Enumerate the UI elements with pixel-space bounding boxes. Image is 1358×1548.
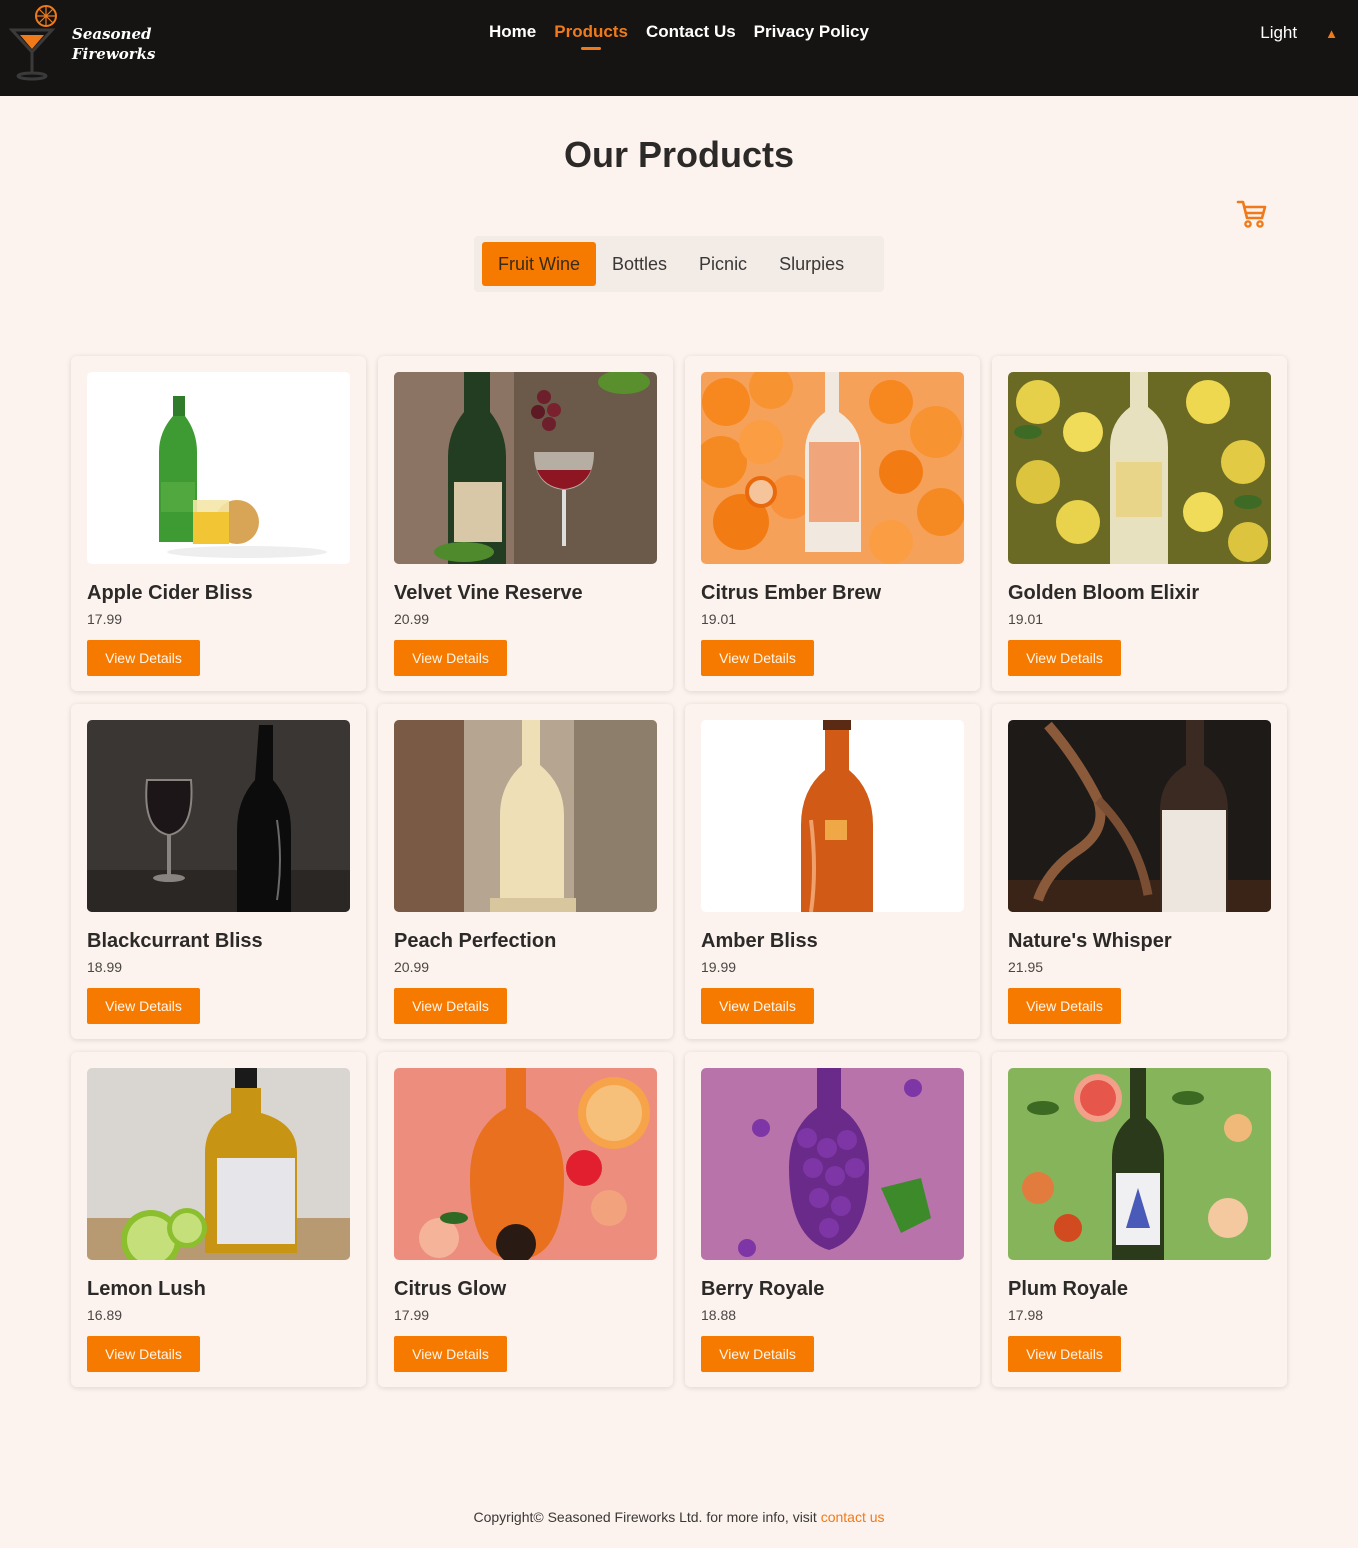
product-card: Blackcurrant Bliss 18.99 View Details bbox=[71, 704, 366, 1039]
view-details-button[interactable]: View Details bbox=[701, 640, 814, 676]
product-price: 19.99 bbox=[701, 959, 737, 975]
product-card: Golden Bloom Elixir 19.01 View Details bbox=[992, 356, 1287, 691]
view-details-button[interactable]: View Details bbox=[394, 1336, 507, 1372]
cart-button[interactable] bbox=[1235, 198, 1269, 230]
product-image[interactable] bbox=[701, 720, 964, 912]
view-details-button[interactable]: View Details bbox=[701, 1336, 814, 1372]
berry-royale-image bbox=[701, 1068, 964, 1260]
product-card: Nature's Whisper 21.95 View Details bbox=[992, 704, 1287, 1039]
product-card: Berry Royale 18.88 View Details bbox=[685, 1052, 980, 1387]
view-details-button[interactable]: View Details bbox=[1008, 988, 1121, 1024]
product-image[interactable] bbox=[1008, 720, 1271, 912]
tab-bottles[interactable]: Bottles bbox=[596, 242, 683, 286]
tab-picnic[interactable]: Picnic bbox=[683, 242, 763, 286]
footer-copyright: Copyright© Seasoned Fireworks Ltd. for m… bbox=[473, 1509, 821, 1525]
product-name: Velvet Vine Reserve bbox=[394, 582, 583, 604]
view-details-button[interactable]: View Details bbox=[394, 640, 507, 676]
footer: Copyright© Seasoned Fireworks Ltd. for m… bbox=[0, 1509, 1358, 1525]
product-image[interactable] bbox=[1008, 1068, 1271, 1260]
product-name: Amber Bliss bbox=[701, 930, 818, 952]
product-image[interactable] bbox=[87, 720, 350, 912]
product-name: Apple Cider Bliss bbox=[87, 582, 253, 604]
blackcurrant-image bbox=[87, 720, 350, 912]
product-price: 21.95 bbox=[1008, 959, 1044, 975]
product-image[interactable] bbox=[1008, 372, 1271, 564]
product-name: Citrus Ember Brew bbox=[701, 582, 882, 604]
tab-slurpies[interactable]: Slurpies bbox=[763, 242, 860, 286]
product-image[interactable] bbox=[87, 372, 350, 564]
product-price: 17.98 bbox=[1008, 1307, 1044, 1323]
product-name: Plum Royale bbox=[1008, 1278, 1129, 1300]
main-nav: Home Products Contact Us Privacy Policy bbox=[0, 20, 1358, 50]
product-card: Peach Perfection 20.99 View Details bbox=[378, 704, 673, 1039]
product-price: 19.01 bbox=[1008, 611, 1044, 627]
theme-toggle[interactable]: Light ▲ bbox=[1260, 23, 1338, 43]
view-details-button[interactable]: View Details bbox=[87, 988, 200, 1024]
nav-home[interactable]: Home bbox=[489, 20, 536, 50]
nav-privacy-policy[interactable]: Privacy Policy bbox=[754, 20, 869, 50]
view-details-button[interactable]: View Details bbox=[87, 640, 200, 676]
product-price: 18.99 bbox=[87, 959, 123, 975]
nav-products[interactable]: Products bbox=[554, 20, 628, 50]
product-image[interactable] bbox=[87, 1068, 350, 1260]
product-name: Peach Perfection bbox=[394, 930, 557, 952]
product-card: Citrus Glow 17.99 View Details bbox=[378, 1052, 673, 1387]
cart-icon bbox=[1236, 200, 1267, 228]
citrus-glow-image bbox=[394, 1068, 657, 1260]
plum-royale-image bbox=[1008, 1068, 1271, 1260]
product-name: Citrus Glow bbox=[394, 1278, 507, 1300]
product-card: Amber Bliss 19.99 View Details bbox=[685, 704, 980, 1039]
citrus-ember-image bbox=[701, 372, 964, 564]
product-card: Apple Cider Bliss 17.99 View Details bbox=[71, 356, 366, 691]
theme-label: Light bbox=[1260, 23, 1298, 42]
golden-bloom-image bbox=[1008, 372, 1271, 564]
product-image[interactable] bbox=[394, 1068, 657, 1260]
amber-bliss-image bbox=[701, 720, 964, 912]
product-name: Berry Royale bbox=[701, 1278, 825, 1300]
view-details-button[interactable]: View Details bbox=[394, 988, 507, 1024]
lemon-lush-image bbox=[87, 1068, 350, 1260]
nav-contact-us[interactable]: Contact Us bbox=[646, 20, 736, 50]
product-price: 18.88 bbox=[701, 1307, 737, 1323]
peach-perfection-image bbox=[394, 720, 657, 912]
product-price: 16.89 bbox=[87, 1307, 123, 1323]
product-name: Blackcurrant Bliss bbox=[87, 930, 263, 952]
product-image[interactable] bbox=[701, 372, 964, 564]
view-details-button[interactable]: View Details bbox=[1008, 640, 1121, 676]
tab-fruit-wine[interactable]: Fruit Wine bbox=[482, 242, 597, 286]
product-price: 19.01 bbox=[701, 611, 737, 627]
apple-cider-image bbox=[87, 372, 350, 564]
product-name: Lemon Lush bbox=[87, 1278, 206, 1300]
product-card: Citrus Ember Brew 19.01 View Details bbox=[685, 356, 980, 691]
product-name: Golden Bloom Elixir bbox=[1008, 582, 1200, 604]
product-name: Nature's Whisper bbox=[1008, 930, 1172, 952]
product-price: 17.99 bbox=[87, 611, 123, 627]
view-details-button[interactable]: View Details bbox=[1008, 1336, 1121, 1372]
product-price: 17.99 bbox=[394, 1307, 430, 1323]
product-card: Velvet Vine Reserve 20.99 View Details bbox=[378, 356, 673, 691]
top-navbar: Seasoned Fireworks Home Products Contact… bbox=[0, 0, 1358, 96]
view-details-button[interactable]: View Details bbox=[701, 988, 814, 1024]
velvet-vine-image bbox=[394, 372, 657, 564]
page-title: Our Products bbox=[563, 134, 795, 175]
natures-whisper-image bbox=[1008, 720, 1271, 912]
view-details-button[interactable]: View Details bbox=[87, 1336, 200, 1372]
product-price: 20.99 bbox=[394, 959, 430, 975]
product-image[interactable] bbox=[394, 372, 657, 564]
product-card: Plum Royale 17.98 View Details bbox=[992, 1052, 1287, 1387]
product-grid: Apple Cider Bliss 17.99 View Details Vel… bbox=[71, 356, 1287, 1387]
product-image[interactable] bbox=[394, 720, 657, 912]
category-tabs: Fruit Wine Bottles Picnic Slurpies bbox=[474, 236, 884, 292]
footer-contact-link[interactable]: contact us bbox=[821, 1509, 885, 1525]
product-card: Lemon Lush 16.89 View Details bbox=[71, 1052, 366, 1387]
product-price: 20.99 bbox=[394, 611, 430, 627]
product-image[interactable] bbox=[701, 1068, 964, 1260]
caret-up-icon: ▲ bbox=[1325, 25, 1338, 41]
